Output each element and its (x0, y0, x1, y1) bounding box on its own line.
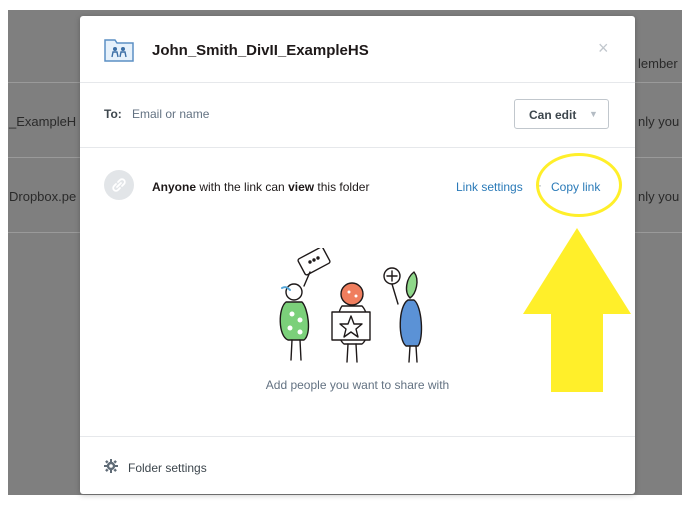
view-text: view (288, 180, 315, 194)
link-text-end: this folder (314, 180, 370, 194)
background-column-header: lember (638, 56, 678, 71)
anyone-text: Anyone (152, 180, 197, 194)
invite-row: To: Can edit ▼ (80, 83, 635, 148)
link-icon-badge (104, 170, 134, 200)
background-access: nly you (638, 114, 680, 129)
close-icon[interactable]: × (598, 38, 609, 59)
background-file-name: _ExampleH (9, 114, 77, 129)
gear-icon (104, 459, 118, 473)
background-file-name: Dropbox.pe (9, 189, 77, 204)
highlight-arrow (523, 228, 631, 392)
highlight-circle (536, 153, 622, 217)
to-label: To: (104, 107, 122, 121)
dialog-header: John_Smith_DivII_ExampleHS × (80, 16, 635, 83)
permission-dropdown[interactable]: Can edit ▼ (514, 99, 609, 129)
chevron-down-icon: ▼ (589, 109, 598, 119)
dialog-footer: Folder settings (80, 436, 635, 494)
shared-folder-icon (104, 39, 134, 62)
background-access: nly you (638, 189, 680, 204)
email-or-name-input[interactable] (128, 101, 506, 127)
folder-settings-link[interactable]: Folder settings (128, 461, 207, 475)
dialog-title: John_Smith_DivII_ExampleHS (152, 42, 369, 59)
link-icon (112, 178, 126, 192)
link-settings-link[interactable]: Link settings (456, 180, 523, 194)
link-permission-text: Anyone with the link can view this folde… (152, 180, 369, 194)
link-text-middle: with the link can (196, 180, 289, 194)
people-illustration (279, 248, 423, 363)
permission-label: Can edit (529, 108, 577, 122)
